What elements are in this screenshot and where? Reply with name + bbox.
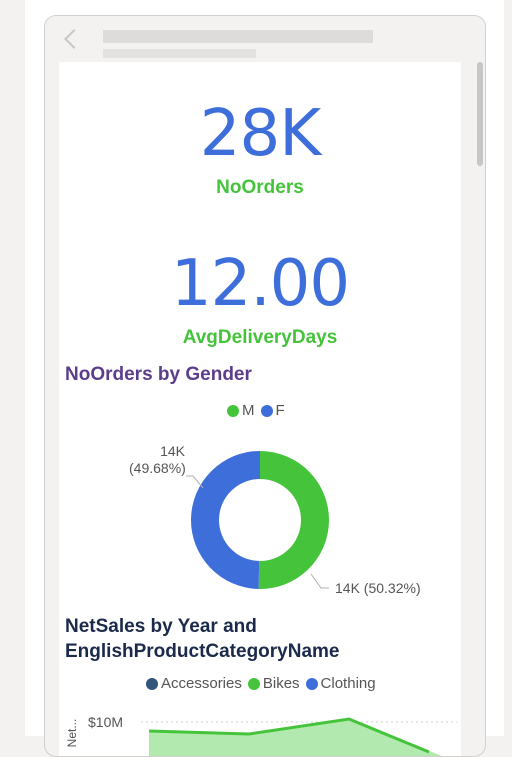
legend-dot-icon bbox=[247, 677, 260, 690]
kpi-value: 28K bbox=[199, 97, 321, 171]
legend-item-bikes[interactable]: Bikes bbox=[247, 675, 300, 692]
donut-slice-f[interactable] bbox=[190, 451, 260, 589]
sales-chart-legend: Accessories Bikes Clothing bbox=[146, 675, 382, 692]
sales-chart-title-line1: NetSales by Year and bbox=[65, 616, 257, 637]
legend-dot-icon bbox=[305, 677, 318, 690]
report-title-placeholder bbox=[103, 30, 373, 43]
mobile-report-frame: 28K NoOrders 12.00 AvgDeliveryDays NoOrd… bbox=[44, 15, 486, 757]
legend-dot-icon bbox=[146, 677, 158, 690]
gender-chart-legend: M F bbox=[227, 402, 291, 419]
leader-line-m bbox=[310, 573, 329, 589]
legend-label: Bikes bbox=[262, 675, 300, 692]
sales-chart-title: NetSales by Year and EnglishProductCateg… bbox=[65, 614, 340, 664]
legend-label: F bbox=[275, 402, 285, 419]
kpi-label: AvgDeliveryDays bbox=[182, 327, 338, 348]
legend-label: Accessories bbox=[161, 675, 242, 692]
scrollbar-thumb[interactable] bbox=[477, 62, 483, 166]
kpi-card-noorders[interactable]: 28K NoOrders bbox=[59, 102, 461, 199]
report-canvas: 28K NoOrders 12.00 AvgDeliveryDays NoOrd… bbox=[59, 62, 461, 756]
legend-label: M bbox=[242, 402, 255, 419]
report-subtitle-placeholder bbox=[103, 49, 256, 58]
kpi-card-avgdeliverydays[interactable]: 12.00 AvgDeliveryDays bbox=[59, 252, 461, 349]
donut-label-f: 14K (49.68%) bbox=[129, 443, 186, 477]
report-header bbox=[45, 16, 485, 62]
kpi-value: 12.00 bbox=[170, 247, 350, 321]
legend-label: Clothing bbox=[320, 675, 376, 692]
legend-item-accessories[interactable]: Accessories bbox=[146, 675, 242, 692]
sales-chart-title-line2: EnglishProductCategoryName bbox=[65, 641, 340, 662]
sales-area-chart bbox=[141, 717, 457, 756]
legend-dot-icon bbox=[227, 404, 239, 417]
back-arrow-icon[interactable] bbox=[64, 29, 84, 49]
legend-item-m[interactable]: M bbox=[227, 402, 255, 419]
scrollbar[interactable] bbox=[473, 62, 483, 756]
gender-chart-title: NoOrders by Gender bbox=[65, 364, 252, 385]
kpi-label: NoOrders bbox=[216, 177, 304, 198]
donut-label-f-percent: (49.68%) bbox=[129, 460, 186, 476]
legend-dot-icon bbox=[260, 404, 273, 417]
donut-label-m: 14K (50.32%) bbox=[335, 580, 421, 596]
legend-item-clothing[interactable]: Clothing bbox=[305, 675, 376, 692]
donut-slice-m[interactable] bbox=[258, 451, 329, 589]
legend-item-f[interactable]: F bbox=[260, 402, 285, 419]
donut-label-f-value: 14K bbox=[160, 443, 185, 459]
